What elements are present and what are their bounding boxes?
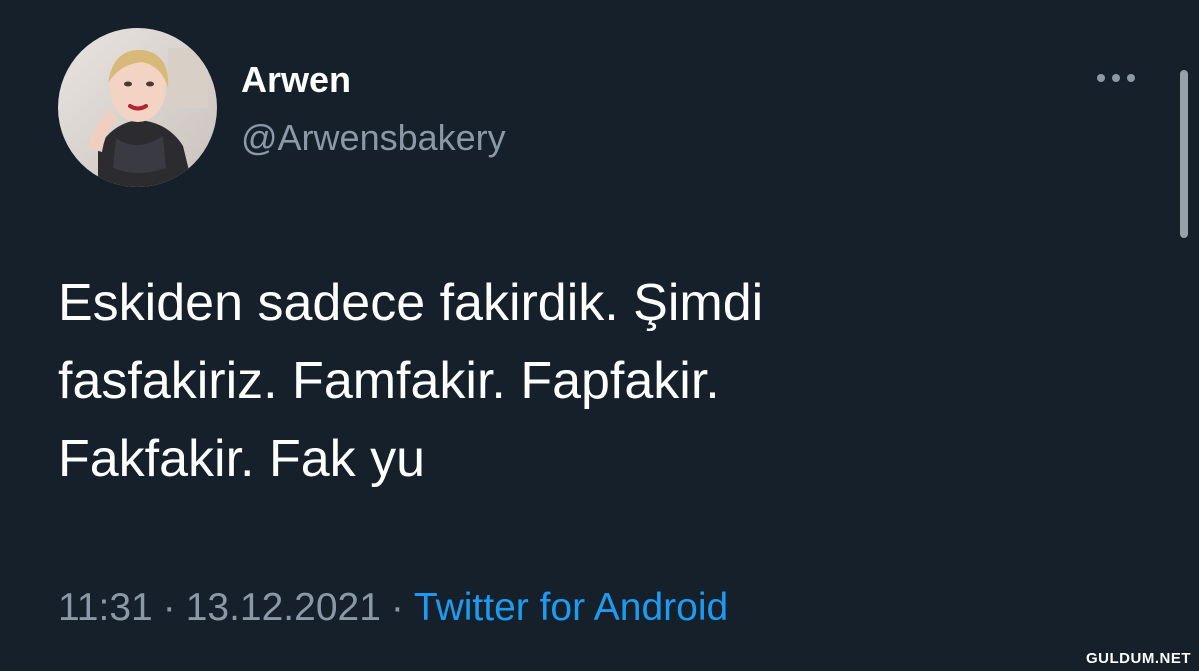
more-options-button[interactable] — [1090, 62, 1142, 94]
tweet-time[interactable]: 11:31 — [58, 586, 153, 629]
tweet-text: Eskiden sadece fakirdik. Şimdi fasfakiri… — [58, 274, 764, 488]
user-handle[interactable]: @Arwensbakery — [241, 114, 506, 162]
avatar[interactable] — [58, 28, 217, 187]
scrollbar[interactable] — [1180, 70, 1188, 238]
tweet-date[interactable]: 13.12.2021 — [186, 586, 381, 629]
more-horizontal-icon — [1097, 74, 1135, 82]
display-name[interactable]: Arwen — [241, 56, 351, 104]
tweet-source-link[interactable]: Twitter for Android — [414, 586, 728, 629]
watermark: GULDUM.NET — [1086, 650, 1191, 667]
separator: · — [162, 586, 176, 629]
tweet-metadata: 11:31 · 13.12.2021 · Twitter for Android — [58, 582, 728, 634]
separator: · — [390, 586, 404, 629]
tweet-card: Arwen @Arwensbakery Eskiden sadece fakir… — [0, 0, 1199, 671]
profile-photo-icon — [58, 28, 217, 187]
